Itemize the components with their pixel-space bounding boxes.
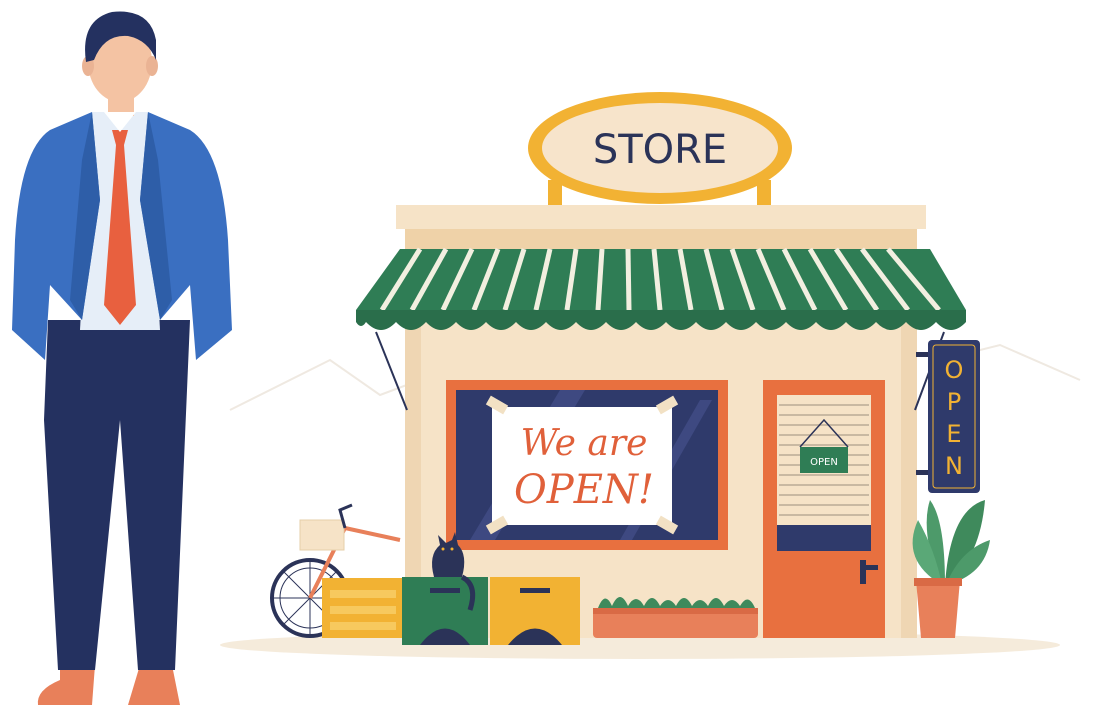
store-building: STORE We are OPEN! OPEN O P E N (270, 92, 990, 645)
vertical-open-sign: O P E N (916, 340, 980, 493)
poster-line-2: OPEN! (514, 467, 654, 513)
door-handle (860, 560, 866, 584)
storefront-illustration: STORE We are OPEN! OPEN O P E N (0, 0, 1094, 716)
green-box (402, 577, 488, 645)
door-sign-text: OPEN (810, 457, 838, 468)
wooden-crate (322, 578, 404, 638)
shop-door: OPEN (763, 380, 885, 638)
store-roof (396, 205, 926, 229)
illustration-canvas: STORE We are OPEN! OPEN O P E N (12, 11, 1081, 705)
left-shoe (37, 665, 95, 705)
yellow-box (490, 577, 580, 645)
potted-plant (912, 500, 990, 638)
window-poster: We are OPEN! (485, 395, 679, 535)
poster-line-1: We are (521, 423, 648, 464)
right-shoe (128, 665, 180, 705)
store-sign-text: STORE (593, 127, 727, 173)
vertical-letter-o: O (945, 356, 964, 384)
vertical-letter-e: E (946, 420, 961, 448)
vertical-letter-p: P (947, 388, 961, 416)
shop-window: We are OPEN! (446, 380, 728, 550)
pants (44, 320, 190, 670)
businessman (12, 11, 232, 705)
vertical-letter-n: N (945, 452, 963, 480)
